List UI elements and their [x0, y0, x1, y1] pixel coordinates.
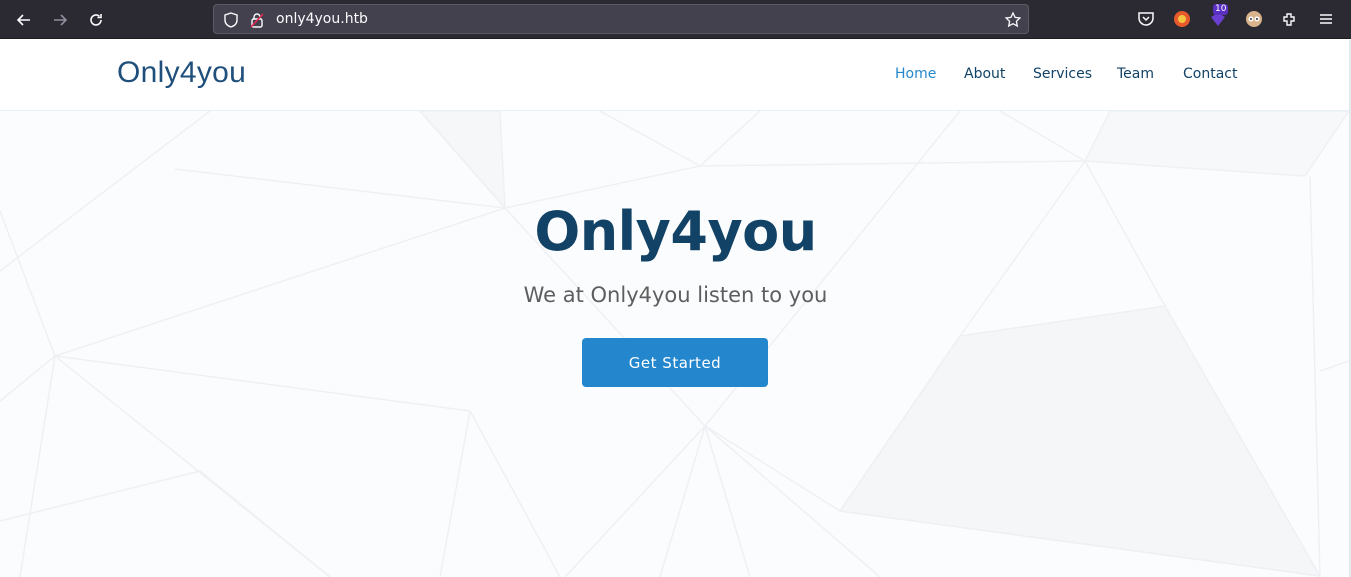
browser-toolbar: only4you.htb 10 [0, 0, 1351, 39]
foxy-extension-icon[interactable] [1171, 8, 1193, 30]
menu-icon[interactable] [1315, 8, 1337, 30]
back-icon[interactable] [11, 7, 37, 33]
nav-services[interactable]: Services [1033, 66, 1092, 82]
nav-home[interactable]: Home [895, 66, 936, 82]
hero-subtitle: We at Only4you listen to you [523, 283, 828, 307]
extensions-icon[interactable] [1279, 8, 1301, 30]
forward-icon[interactable] [47, 7, 73, 33]
pocket-icon[interactable] [1135, 8, 1157, 30]
extension-icon[interactable]: 10 [1207, 4, 1229, 30]
url-text: only4you.htb [276, 11, 368, 27]
star-icon[interactable] [1004, 11, 1022, 29]
site-header: Only4you Home About Services Team Contac… [0, 40, 1349, 111]
extension-badge: 10 [1213, 4, 1229, 15]
nav-about[interactable]: About [964, 66, 1005, 82]
address-bar[interactable]: only4you.htb [213, 4, 1029, 34]
web-page: Only4you Home About Services Team Contac… [0, 40, 1351, 577]
reload-icon[interactable] [83, 7, 109, 33]
shield-icon[interactable] [222, 11, 240, 29]
privacy-extension-icon[interactable] [1243, 8, 1265, 30]
nav-team[interactable]: Team [1117, 66, 1154, 82]
hero-title: Only4you [534, 200, 817, 263]
nav-contact[interactable]: Contact [1183, 66, 1237, 82]
lock-icon[interactable] [248, 11, 266, 29]
get-started-button[interactable]: Get Started [582, 338, 768, 387]
site-logo[interactable]: Only4you [117, 56, 246, 90]
